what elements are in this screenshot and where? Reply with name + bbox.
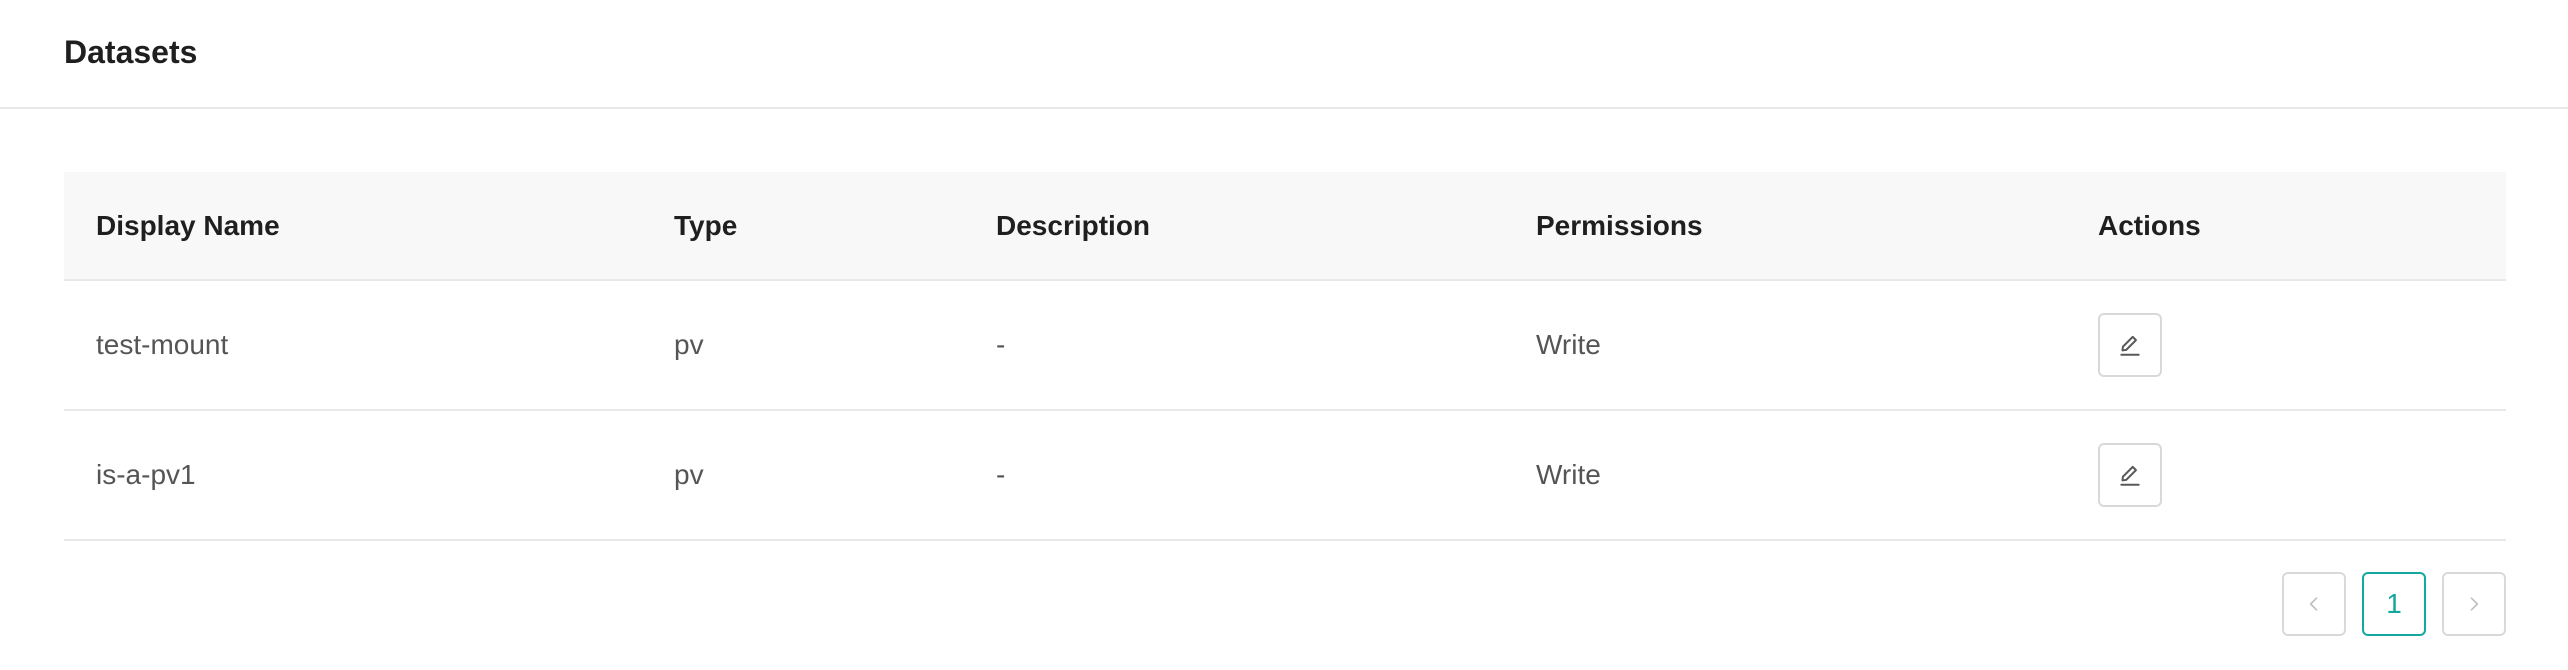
table-body: test-mount pv - Write is-a-pv1 pv - Writ… xyxy=(64,280,2506,541)
chevron-right-icon xyxy=(2470,597,2479,611)
cell-type: pv xyxy=(674,410,996,541)
cell-display-name: is-a-pv1 xyxy=(64,410,674,541)
table-row: test-mount pv - Write xyxy=(64,280,2506,411)
cell-display-name: test-mount xyxy=(64,280,674,411)
edit-icon xyxy=(2120,335,2140,356)
page-button-current[interactable]: 1 xyxy=(2362,572,2426,636)
cell-description: - xyxy=(996,280,1536,411)
page-header: Datasets xyxy=(0,0,2568,109)
edit-button[interactable] xyxy=(2098,313,2162,377)
edit-button[interactable] xyxy=(2098,443,2162,507)
edit-icon xyxy=(2120,465,2140,486)
column-header-display-name: Display Name xyxy=(64,172,674,281)
cell-actions xyxy=(2098,410,2506,541)
table-header: Display Name Type Description Permission… xyxy=(64,172,2506,281)
table-header-row: Display Name Type Description Permission… xyxy=(64,172,2506,281)
datasets-table: Display Name Type Description Permission… xyxy=(64,172,2506,541)
table-row: is-a-pv1 pv - Write xyxy=(64,410,2506,541)
column-header-type: Type xyxy=(674,172,996,281)
chevron-left-icon xyxy=(2309,597,2318,611)
column-header-permissions: Permissions xyxy=(1536,172,2098,281)
next-page-button[interactable] xyxy=(2442,572,2506,636)
datasets-table-container: Display Name Type Description Permission… xyxy=(64,172,2506,541)
page-title: Datasets xyxy=(64,34,198,70)
pagination: 1 xyxy=(2282,572,2506,636)
prev-page-button[interactable] xyxy=(2282,572,2346,636)
cell-description: - xyxy=(996,410,1536,541)
column-header-actions: Actions xyxy=(2098,172,2506,281)
column-header-description: Description xyxy=(996,172,1536,281)
cell-actions xyxy=(2098,280,2506,411)
cell-type: pv xyxy=(674,280,996,411)
cell-permissions: Write xyxy=(1536,280,2098,411)
cell-permissions: Write xyxy=(1536,410,2098,541)
